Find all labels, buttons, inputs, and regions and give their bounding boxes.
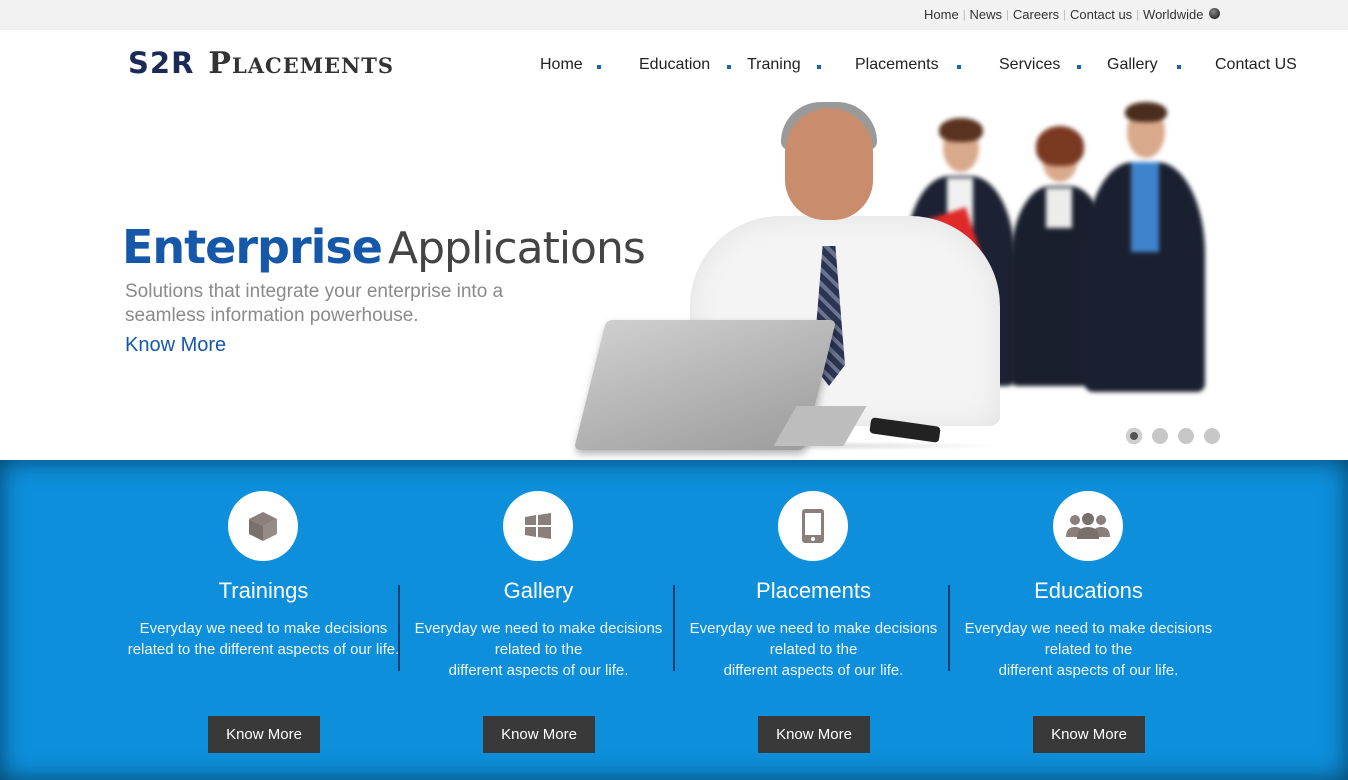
feature-icon-circle	[228, 491, 298, 561]
nav-separator-dot	[727, 65, 731, 69]
group-users-icon	[1066, 513, 1110, 539]
feature-card-gallery: Gallery Everyday we need to make decisio…	[401, 460, 676, 780]
feature-divider	[948, 585, 950, 671]
globe-icon[interactable]	[1208, 8, 1220, 19]
separator: |	[962, 8, 966, 21]
separator: |	[1063, 8, 1067, 21]
feature-card-placements: Placements Everyday we need to make deci…	[676, 460, 951, 780]
feature-divider	[398, 585, 400, 671]
separator: |	[1136, 8, 1140, 21]
nav-separator-dot	[817, 65, 821, 69]
hero-subtitle: Solutions that integrate your enterprise…	[125, 281, 504, 326]
feature-description: Everyday we need to make decisions relat…	[414, 620, 663, 679]
nav-separator-dot	[1077, 65, 1081, 69]
feature-card-educations: Educations Everyday we need to make deci…	[951, 460, 1226, 780]
nav-gallery[interactable]: Gallery	[1107, 56, 1158, 74]
top-links: Home | News | Careers | Contact us | Wor…	[924, 7, 1220, 22]
slider-dot-1[interactable]	[1126, 428, 1142, 444]
nav-separator-dot	[1177, 65, 1181, 69]
top-link-news[interactable]: News	[970, 7, 1003, 22]
feature-icon-circle	[1053, 491, 1123, 561]
feature-icon-circle	[503, 491, 573, 561]
hero-title-bold: Enterprise	[122, 220, 383, 274]
slider-dot-2[interactable]	[1152, 428, 1168, 444]
top-utility-bar: Home | News | Careers | Contact us | Wor…	[0, 0, 1348, 30]
hero-title: Enterprise Applications	[122, 220, 646, 274]
feature-title: Trainings	[218, 578, 309, 603]
nav-traning[interactable]: Traning	[747, 56, 801, 74]
main-navigation: Home Education Traning Placements Servic…	[0, 56, 1348, 78]
windows-icon	[525, 513, 551, 539]
team-member-figure	[1085, 102, 1205, 392]
feature-description: Everyday we need to make decisions relat…	[127, 620, 400, 658]
know-more-button[interactable]: Know More	[483, 716, 595, 753]
box-icon	[249, 512, 277, 541]
feature-description: Everyday we need to make decisions relat…	[964, 620, 1213, 679]
feature-title: Gallery	[503, 578, 574, 603]
top-link-careers[interactable]: Careers	[1013, 7, 1059, 22]
separator: |	[1006, 8, 1009, 21]
nav-placements[interactable]: Placements	[855, 56, 939, 74]
feature-title: Placements	[756, 578, 871, 603]
feature-divider	[673, 585, 675, 671]
feature-card-trainings: Trainings Everyday we need to make decis…	[126, 460, 401, 780]
nav-separator-dot	[597, 65, 601, 69]
feature-title: Educations	[1034, 578, 1143, 603]
nav-home[interactable]: Home	[540, 56, 583, 74]
feature-description: Everyday we need to make decisions relat…	[689, 620, 938, 679]
top-link-home[interactable]: Home	[924, 7, 959, 22]
hero-slider: Enterprise Applications Solutions that in…	[0, 96, 1348, 460]
businessman-face	[785, 108, 873, 220]
know-more-button[interactable]: Know More	[758, 716, 870, 753]
nav-contact-us[interactable]: Contact US	[1215, 56, 1297, 74]
top-link-worldwide[interactable]: Worldwide	[1143, 7, 1203, 22]
hero-business-image	[573, 96, 1225, 460]
mobile-phone-icon	[802, 509, 824, 543]
nav-education[interactable]: Education	[639, 56, 710, 74]
slider-dot-4[interactable]	[1204, 428, 1220, 444]
top-link-contact-us[interactable]: Contact us	[1070, 7, 1132, 22]
slider-dot-3[interactable]	[1178, 428, 1194, 444]
slider-pagination	[1126, 428, 1230, 444]
nav-services[interactable]: Services	[999, 56, 1060, 74]
features-band: Trainings Everyday we need to make decis…	[0, 460, 1348, 780]
feature-icon-circle	[778, 491, 848, 561]
hero-know-more-link[interactable]: Know More	[125, 334, 226, 357]
nav-separator-dot	[957, 65, 961, 69]
know-more-button[interactable]: Know More	[1033, 716, 1145, 753]
know-more-button[interactable]: Know More	[208, 716, 320, 753]
